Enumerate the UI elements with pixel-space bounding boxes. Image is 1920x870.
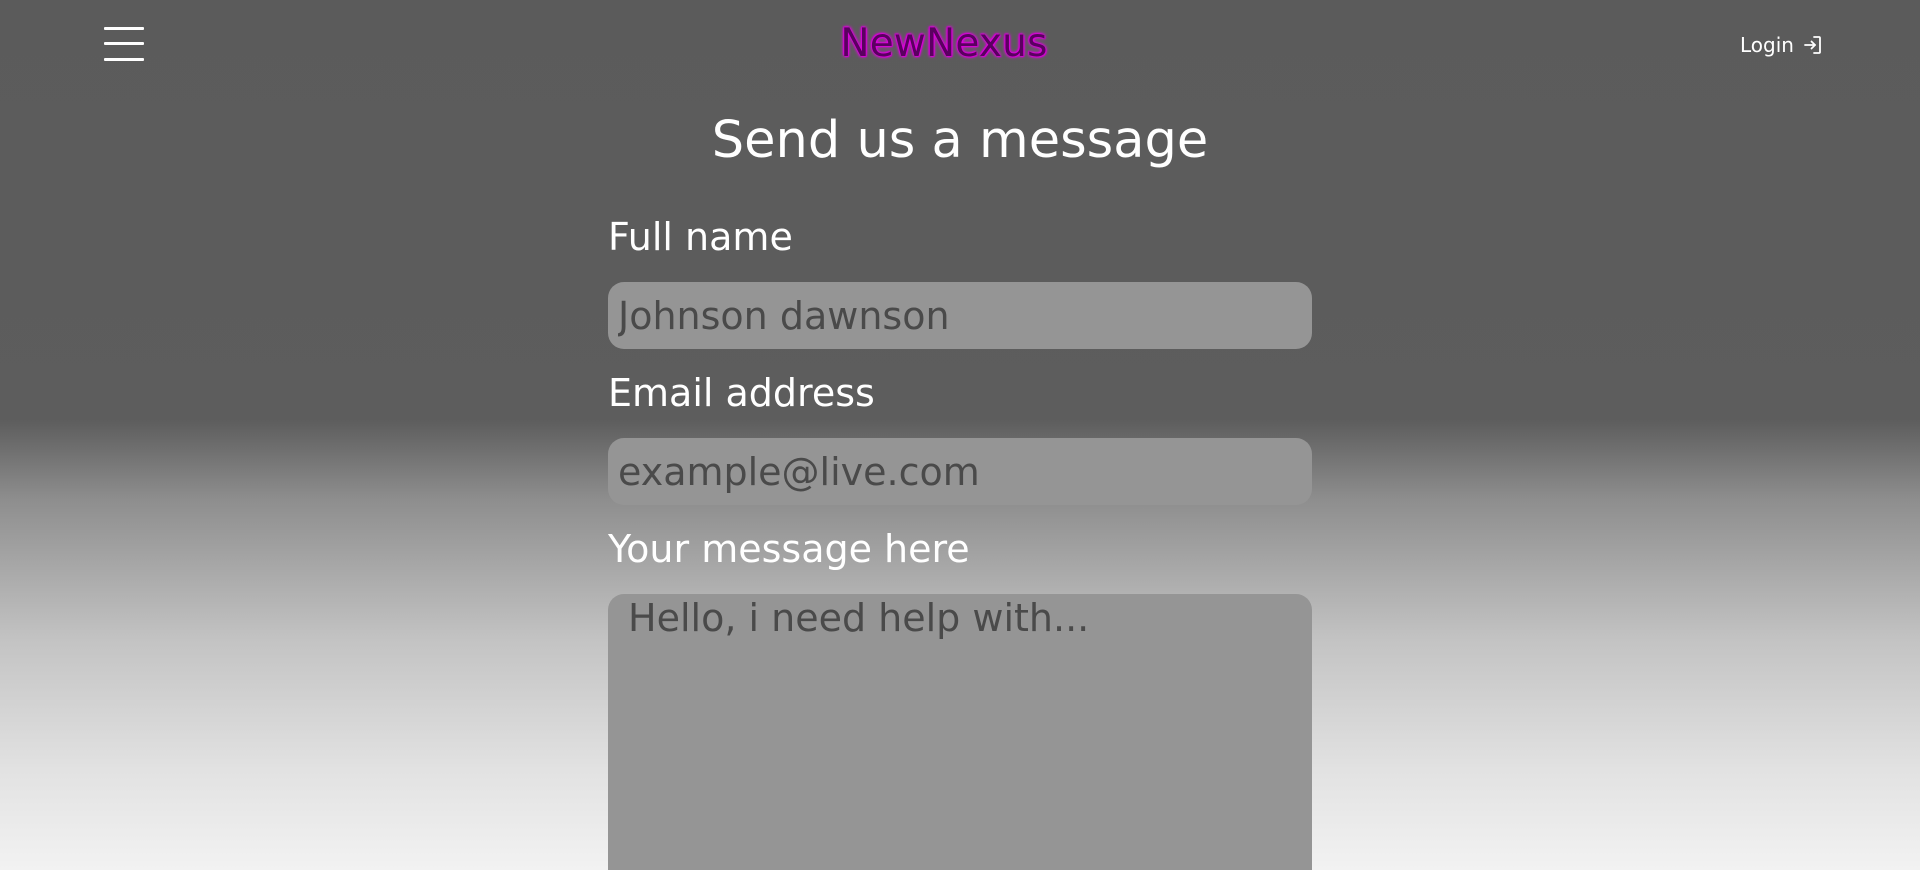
message-label: Your message here (608, 527, 970, 571)
header-bar: NewNexus Login (0, 0, 1920, 90)
login-arrow-icon (1802, 34, 1824, 56)
login-button[interactable]: Login (1740, 30, 1824, 60)
message-textarea[interactable] (608, 594, 1312, 870)
brand-logo-text[interactable]: NewNexus (0, 20, 1888, 68)
page-title: Send us a message (711, 111, 1209, 170)
login-label: Login (1740, 33, 1794, 57)
full-name-label: Full name (608, 215, 793, 259)
full-name-input[interactable] (608, 282, 1312, 349)
email-address-input[interactable] (608, 438, 1312, 505)
email-address-label: Email address (608, 371, 875, 415)
